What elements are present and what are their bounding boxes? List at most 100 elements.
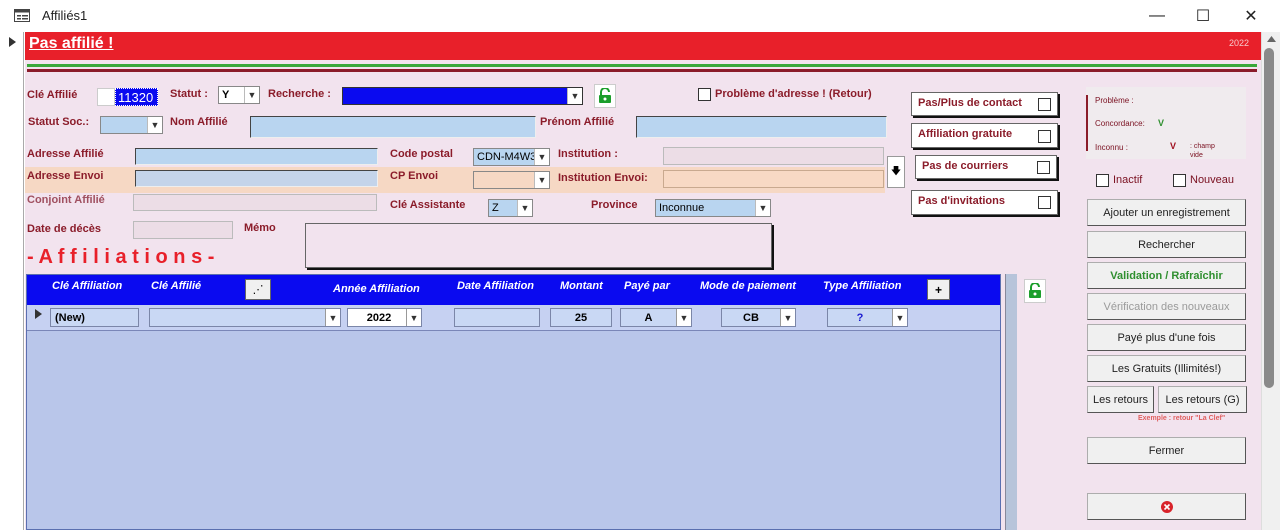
montant-cell[interactable]: 25 — [550, 308, 612, 327]
probleme-adresse-checkbox[interactable] — [698, 88, 711, 101]
statut-select[interactable]: Y ▼ — [218, 86, 260, 104]
conjoint-field[interactable] — [133, 194, 377, 211]
inactif-label: Inactif — [1113, 174, 1143, 186]
retours-button[interactable]: Les retours — [1087, 386, 1154, 413]
record-arrow-icon — [9, 37, 16, 47]
option-affiliation-gratuite[interactable]: Affiliation gratuite — [911, 123, 1058, 148]
legend-concordance: Concordance: — [1095, 119, 1145, 128]
chevron-down-icon: ▼ — [755, 200, 770, 216]
option-label: Pas d'invitations — [918, 195, 1005, 207]
conjoint-label: Conjoint Affilié — [27, 194, 105, 206]
legend-inconnu: Inconnu : — [1095, 143, 1128, 152]
cle-assistante-label: Clé Assistante — [390, 199, 466, 211]
probleme-adresse-label: Problème d'adresse ! (Retour) — [715, 88, 872, 100]
recherche-select[interactable]: ▼ — [342, 87, 583, 105]
unlock-icon[interactable] — [1024, 279, 1046, 303]
minimize-button[interactable]: — — [1134, 0, 1180, 32]
arrow-down-icon[interactable]: 🡇 — [887, 156, 905, 188]
pas-invitations-checkbox[interactable] — [1038, 196, 1051, 209]
paye-par-combo[interactable]: A ▼ — [620, 308, 692, 327]
unlock-icon[interactable] — [594, 84, 616, 108]
option-label: Pas de courriers — [922, 160, 1009, 172]
delete-button[interactable] — [1087, 493, 1246, 520]
inactif-checkbox[interactable] — [1096, 174, 1109, 187]
option-pas-invitations[interactable]: Pas d'invitations — [911, 190, 1058, 215]
cell-value: A — [644, 311, 653, 324]
institution-envoi-field[interactable] — [663, 170, 884, 188]
main-form: Pas affilié ! 2022 Clé Affilié 11320 Sta… — [25, 32, 1261, 530]
code-postal-select[interactable]: CDN-M4W3 ▼ — [473, 148, 550, 166]
record-selector[interactable] — [0, 32, 24, 530]
sort-icon[interactable]: ⋰ — [245, 279, 271, 300]
window-title: Affiliés1 — [42, 8, 88, 23]
date-deces-label: Date de décès — [27, 223, 101, 235]
legend-bar — [1086, 95, 1088, 151]
subform-empty-area — [27, 332, 1000, 529]
nouveau-label: Nouveau — [1190, 174, 1235, 186]
subform-header: Clé Affiliation Clé Affilié ⋰ Année Affi… — [27, 275, 1000, 305]
code-postal-label: Code postal — [390, 148, 453, 160]
institution-label: Institution : — [558, 148, 618, 160]
institution-envoi-label: Institution Envoi: — [558, 172, 648, 184]
date-deces-field[interactable] — [133, 221, 233, 239]
legend-inconnu-mark: V — [1170, 141, 1177, 151]
fermer-button[interactable]: Fermer — [1087, 437, 1246, 464]
scroll-up-icon[interactable] — [1267, 36, 1276, 42]
gratuits-button[interactable]: Les Gratuits (Illimités!) — [1087, 355, 1246, 382]
annee-combo[interactable]: 2022 ▼ — [347, 308, 422, 327]
maximize-button[interactable]: ☐ — [1180, 0, 1226, 32]
institution-field[interactable] — [663, 147, 884, 165]
memo-field[interactable] — [305, 223, 772, 268]
ajouter-button[interactable]: Ajouter un enregistrement — [1087, 199, 1246, 226]
validation-button[interactable]: Validation / Rafraîchir — [1087, 262, 1246, 289]
cle-assistante-select[interactable]: Z ▼ — [488, 199, 533, 217]
col-header: Mode de paiement — [700, 280, 796, 292]
memo-label: Mémo — [244, 222, 276, 234]
adresse-envoi-label: Adresse Envoi — [27, 170, 104, 182]
option-label: Affiliation gratuite — [918, 128, 1013, 140]
cell-value: CB — [743, 311, 759, 324]
adresse-affilie-field[interactable] — [135, 148, 378, 165]
nom-affilie-field[interactable] — [250, 116, 536, 138]
chevron-down-icon: ▼ — [892, 309, 907, 326]
close-button[interactable]: ✕ — [1228, 0, 1274, 32]
verification-button[interactable]: Vérification des nouveaux — [1087, 293, 1246, 320]
retours-g-button[interactable]: Les retours (G) — [1158, 386, 1247, 413]
scrollbar-thumb[interactable] — [1264, 48, 1274, 388]
cell-value: 25 — [574, 311, 588, 324]
cle-affilie-field[interactable]: 11320 — [115, 88, 158, 106]
affiliation-gratuite-checkbox[interactable] — [1038, 130, 1051, 143]
province-value: Inconnue — [659, 202, 705, 214]
statut-soc-select[interactable]: ▼ — [100, 116, 163, 134]
cle-affiliation-cell[interactable]: (New) — [50, 308, 139, 327]
pas-courriers-checkbox[interactable] — [1037, 161, 1050, 174]
province-select[interactable]: Inconnue ▼ — [655, 199, 771, 217]
legend-probleme: Problème : — [1095, 96, 1134, 105]
option-pas-courriers[interactable]: Pas de courriers — [915, 155, 1057, 179]
province-label: Province — [591, 199, 638, 211]
add-affiliation-button[interactable]: + — [927, 279, 950, 300]
paye-plus-button[interactable]: Payé plus d'une fois — [1087, 324, 1246, 351]
title-bar: Affiliés1 — ☐ ✕ — [0, 0, 1280, 32]
cle-affilie-combo[interactable]: ▼ — [149, 308, 341, 327]
chevron-down-icon: ▼ — [406, 309, 421, 326]
mode-paiement-combo[interactable]: CB ▼ — [721, 308, 796, 327]
page-title: Pas affilié ! — [29, 35, 114, 52]
type-affiliation-combo[interactable]: ? ▼ — [827, 308, 908, 327]
adresse-envoi-field[interactable] — [135, 170, 378, 187]
cp-envoi-select[interactable]: ▼ — [473, 171, 550, 189]
green-divider — [27, 64, 1257, 67]
subform-scrollbar[interactable] — [1005, 274, 1017, 530]
statut-value: Y — [222, 89, 230, 101]
pas-plus-contact-checkbox[interactable] — [1038, 98, 1051, 111]
legend-panel: Problème : Concordance: V Inconnu : V : … — [1086, 87, 1246, 159]
rechercher-button[interactable]: Rechercher — [1087, 231, 1246, 258]
nouveau-checkbox[interactable] — [1173, 174, 1186, 187]
option-pas-plus-contact[interactable]: Pas/Plus de contact — [911, 92, 1058, 116]
date-affiliation-cell[interactable] — [454, 308, 540, 327]
table-row[interactable]: (New) ▼ 2022 ▼ 25 A ▼ CB ▼ ? ▼ — [27, 305, 1000, 331]
prenom-affilie-field[interactable] — [636, 116, 887, 138]
chevron-down-icon: ▼ — [676, 309, 691, 326]
col-header: Clé Affiliation — [52, 280, 123, 292]
affiliations-subform: Clé Affiliation Clé Affilié ⋰ Année Affi… — [26, 274, 1001, 530]
